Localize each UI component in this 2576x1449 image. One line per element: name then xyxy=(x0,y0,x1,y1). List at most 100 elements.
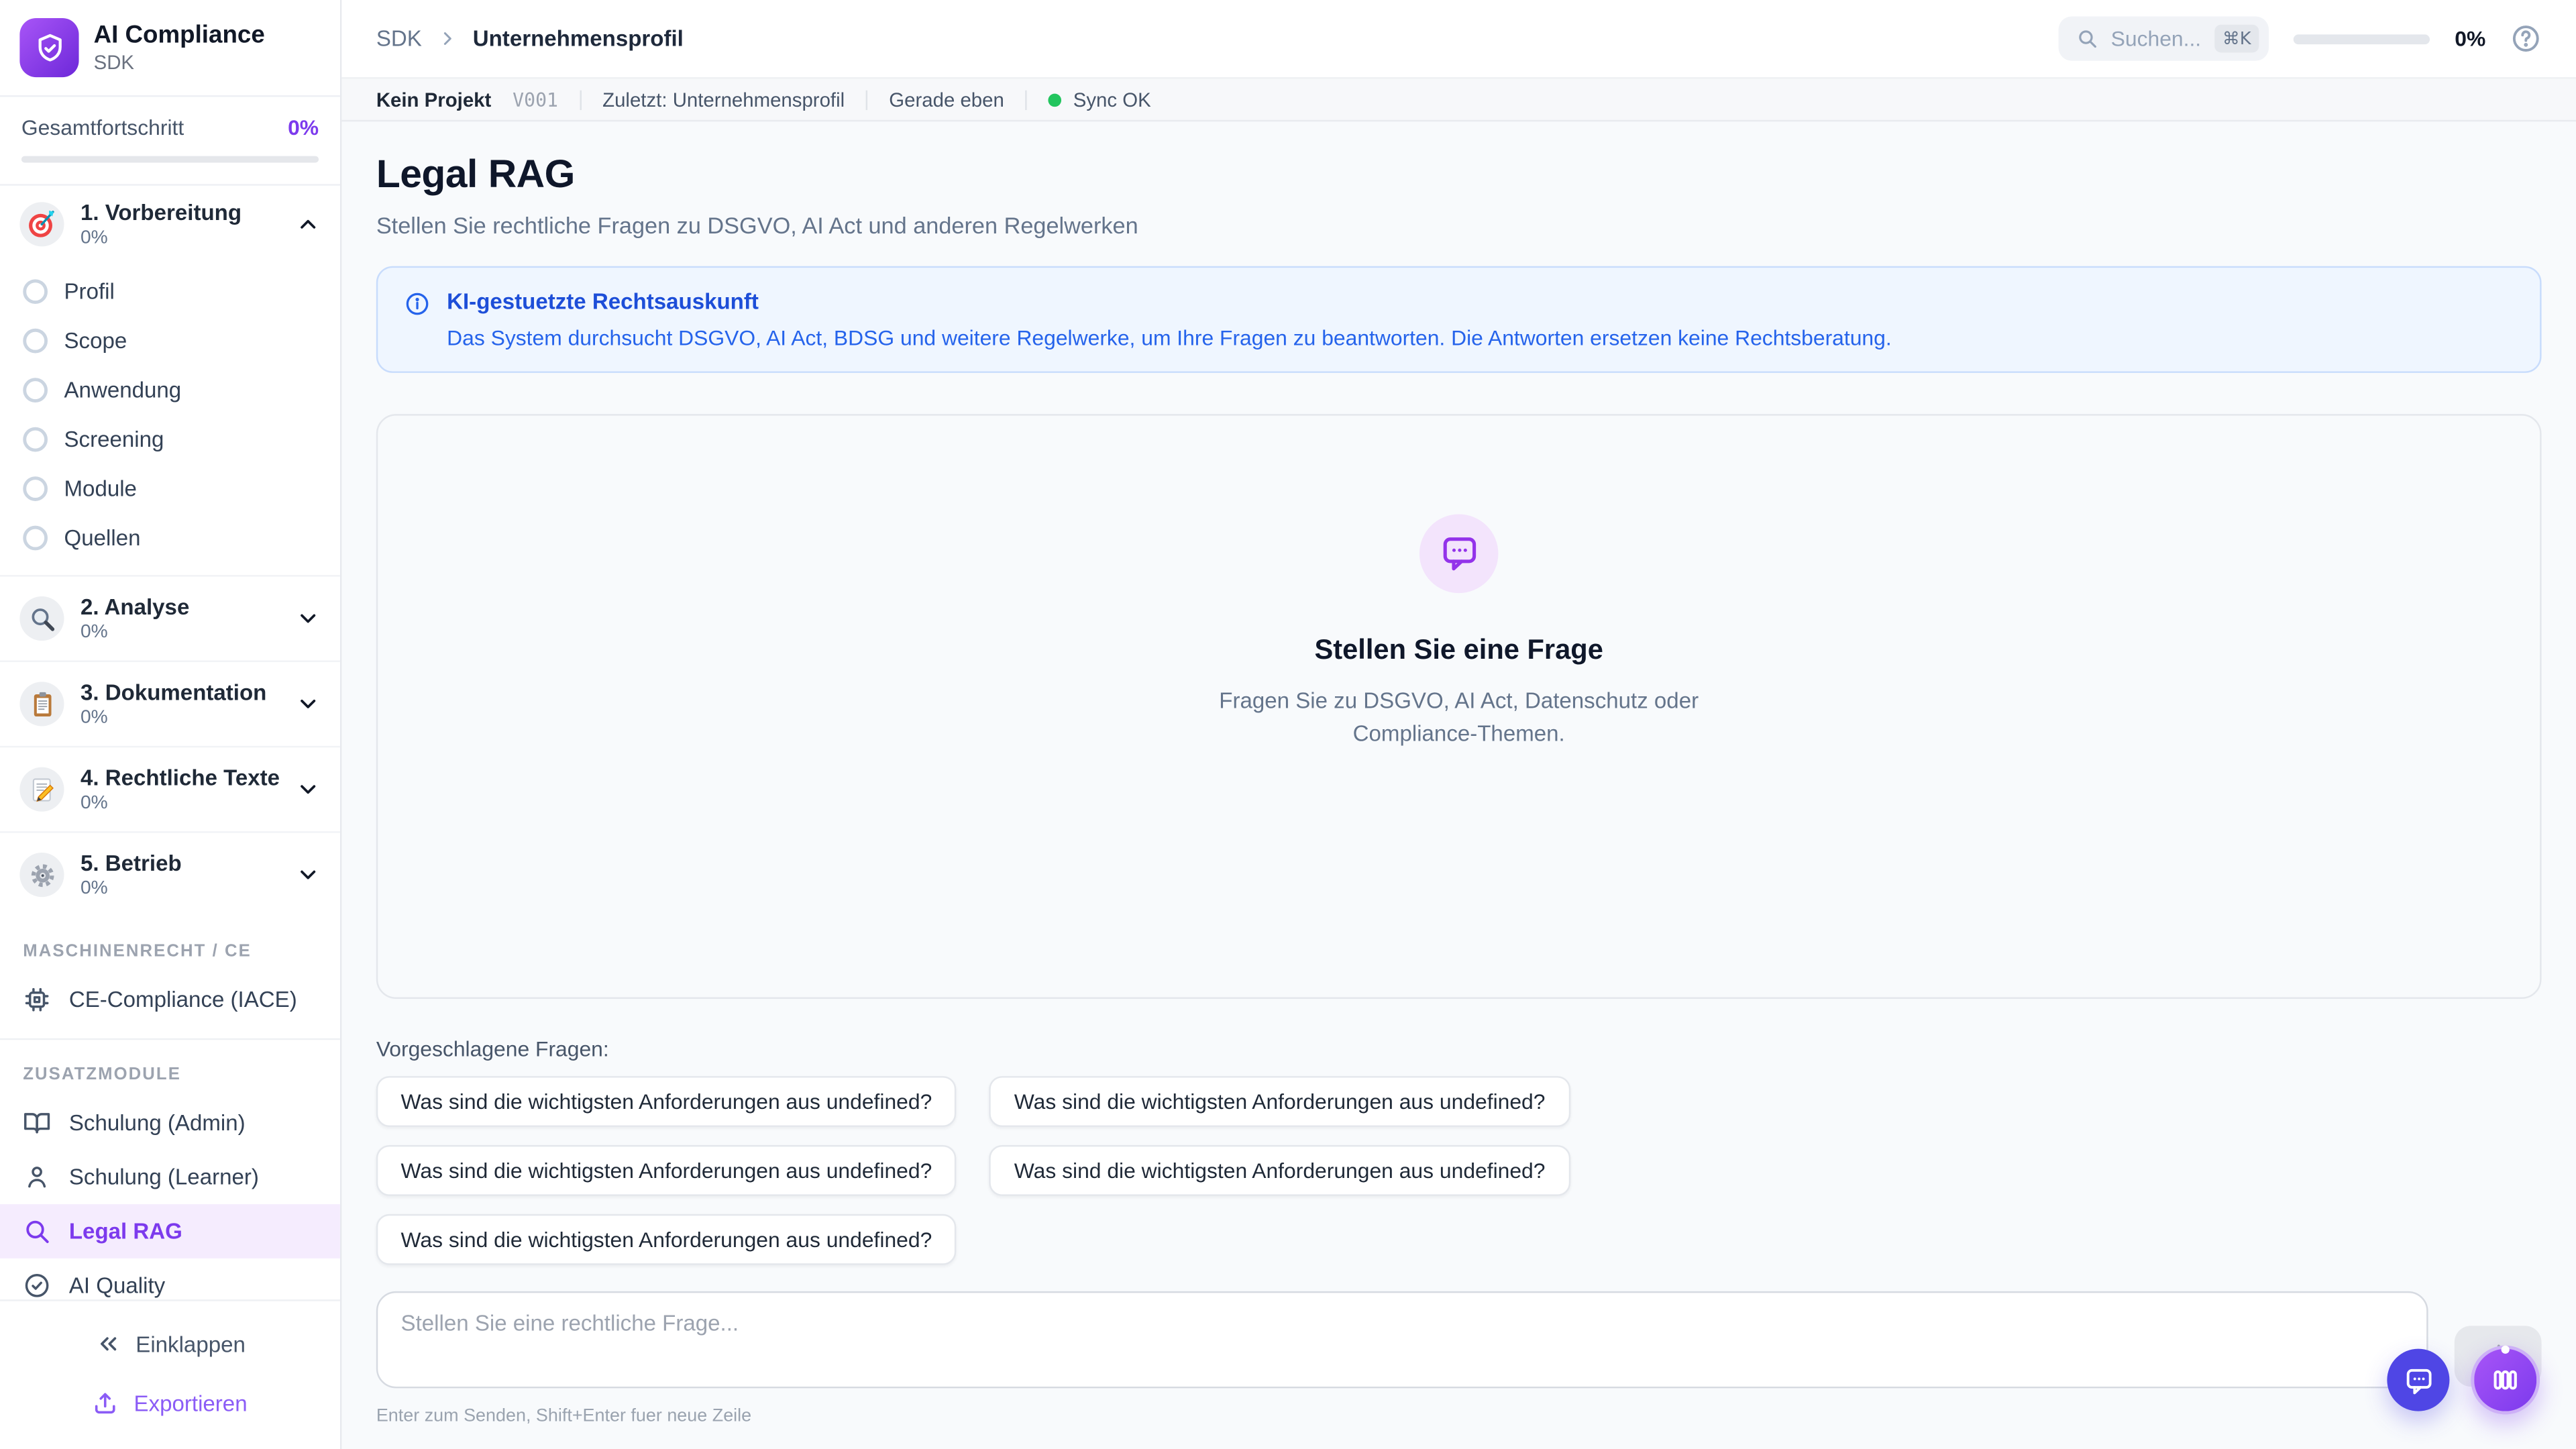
cpu-icon xyxy=(23,985,51,1014)
step-label: Anwendung xyxy=(64,377,182,402)
section-percent: 0% xyxy=(80,228,279,248)
empty-state-heading: Stellen Sie eine Frage xyxy=(1314,634,1603,667)
upload-icon xyxy=(93,1390,119,1416)
user-icon xyxy=(23,1163,51,1191)
section-percent: 0% xyxy=(80,623,279,642)
section-meta: 3. Dokumentation 0% xyxy=(80,680,279,728)
book-open-icon xyxy=(23,1109,51,1137)
section-steps: Profil Scope Anwendung Screening Module xyxy=(0,263,340,575)
sidebar-footer: Einklappen Exportieren xyxy=(0,1299,340,1449)
step-label: Module xyxy=(64,476,137,500)
section-row: 3. Dokumentation 0% xyxy=(0,660,340,745)
sidebar-item-ai-quality[interactable]: AI Quality xyxy=(0,1258,340,1299)
step-label: Scope xyxy=(64,328,127,353)
step-label: Screening xyxy=(64,427,164,451)
divider xyxy=(866,89,867,109)
chevron-down-icon xyxy=(296,863,321,888)
sidebar-item-scope[interactable]: Scope xyxy=(0,315,340,364)
section-header-dokumentation[interactable]: 3. Dokumentation 0% xyxy=(0,662,340,746)
topbar-right: Suchen... ⌘K 0% xyxy=(2058,16,2541,60)
clipboard-emoji-icon xyxy=(19,682,64,726)
sidebar-nav: 1. Vorbereitung 0% Profil Scope xyxy=(0,186,340,1299)
sidebar-item-profil[interactable]: Profil xyxy=(0,266,340,315)
divider xyxy=(580,89,581,109)
main-area: SDK Unternehmensprofil Suchen... ⌘K 0% xyxy=(341,0,2576,1449)
suggestion-chip[interactable]: Was sind die wichtigsten Anforderungen a… xyxy=(989,1145,1570,1196)
sidebar: AI Compliance SDK Gesamtfortschritt 0% 1… xyxy=(0,0,341,1449)
search-icon xyxy=(2076,28,2098,50)
check-circle-icon xyxy=(23,1272,51,1300)
keyboard-shortcut-badge: ⌘K xyxy=(2214,25,2259,53)
sidebar-item-legal-rag[interactable]: Legal RAG xyxy=(0,1204,340,1258)
group-header-zusatzmodule: ZUSATZMODULE xyxy=(0,1040,340,1095)
group-header-maschinenrecht: MASCHINENRECHT / CE xyxy=(0,917,340,973)
topbar: SDK Unternehmensprofil Suchen... ⌘K 0% xyxy=(341,0,2576,77)
updated-time: Gerade eben xyxy=(889,88,1004,111)
sidebar-item-quellen[interactable]: Quellen xyxy=(0,513,340,561)
section-label: 4. Rechtliche Texte xyxy=(80,765,279,790)
section-row: 5. Betrieb 0% xyxy=(0,831,340,916)
collapse-label: Einklappen xyxy=(136,1332,246,1356)
export-button[interactable]: Exportieren xyxy=(0,1373,340,1432)
sync-status: Sync OK xyxy=(1049,88,1151,111)
shield-check-icon xyxy=(32,30,66,64)
section-header-betrieb[interactable]: 5. Betrieb 0% xyxy=(0,833,340,917)
header-progress-bar xyxy=(2294,34,2430,44)
chevron-down-icon xyxy=(296,606,321,631)
last-saved-value: Unternehmensprofil xyxy=(673,88,845,111)
section-row: 2. Analyse 0% xyxy=(0,575,340,660)
suggestion-chip[interactable]: Was sind die wichtigsten Anforderungen a… xyxy=(376,1214,957,1265)
section-header-vorbereitung[interactable]: 1. Vorbereitung 0% xyxy=(0,186,340,263)
chat-bubble-badge xyxy=(1419,514,1499,593)
nav-item-label: Legal RAG xyxy=(69,1219,182,1244)
memo-emoji-icon xyxy=(19,767,64,812)
step-label: Profil xyxy=(64,278,115,303)
section-row: 4. Rechtliche Texte 0% xyxy=(0,746,340,831)
suggestion-chip[interactable]: Was sind die wichtigsten Anforderungen a… xyxy=(376,1145,957,1196)
step-radio xyxy=(23,328,48,353)
section-header-analyse[interactable]: 2. Analyse 0% xyxy=(0,577,340,661)
section-meta: 4. Rechtliche Texte 0% xyxy=(80,765,279,813)
help-icon[interactable] xyxy=(2510,23,2542,54)
last-saved-label: Zuletzt: xyxy=(602,88,667,111)
collapse-sidebar-button[interactable]: Einklappen xyxy=(0,1314,340,1373)
section-meta: 2. Analyse 0% xyxy=(80,595,279,643)
columns-fab-button[interactable] xyxy=(2471,1346,2540,1415)
target-emoji-icon xyxy=(19,202,64,246)
section-percent: 0% xyxy=(80,794,279,813)
chevron-up-icon xyxy=(296,212,321,237)
question-input-row xyxy=(376,1291,2542,1388)
sidebar-item-anwendung[interactable]: Anwendung xyxy=(0,365,340,414)
chevron-down-icon xyxy=(296,777,321,802)
step-radio xyxy=(23,476,48,500)
section-label: 3. Dokumentation xyxy=(80,680,279,705)
chat-fab-button[interactable] xyxy=(2387,1349,2449,1411)
section-header-rechtliche-texte[interactable]: 4. Rechtliche Texte 0% xyxy=(0,747,340,831)
sidebar-item-module[interactable]: Module xyxy=(0,464,340,513)
page-subtitle: Stellen Sie rechtliche Fragen zu DSGVO, … xyxy=(376,212,2542,238)
suggestions-label: Vorgeschlagene Fragen: xyxy=(376,1036,2542,1061)
sidebar-item-ce-compliance[interactable]: CE-Compliance (IACE) xyxy=(0,973,340,1027)
section-percent: 0% xyxy=(80,879,279,898)
info-text: KI-gestuetzte Rechtsauskunft Das System … xyxy=(447,289,1892,350)
section-label: 1. Vorbereitung xyxy=(80,201,279,225)
info-body: Das System durchsucht DSGVO, AI Act, BDS… xyxy=(447,325,1892,350)
sync-status-label: Sync OK xyxy=(1073,88,1151,111)
sidebar-item-schulung-admin[interactable]: Schulung (Admin) xyxy=(0,1095,340,1150)
section-percent: 0% xyxy=(80,708,279,728)
suggestion-chip[interactable]: Was sind die wichtigsten Anforderungen a… xyxy=(989,1076,1570,1127)
sidebar-item-schulung-learner[interactable]: Schulung (Learner) xyxy=(0,1150,340,1204)
last-saved: Zuletzt: Unternehmensprofil xyxy=(602,88,845,111)
overall-progress-value: 0% xyxy=(288,115,319,140)
breadcrumb-root[interactable]: SDK xyxy=(376,26,422,51)
app-logo-row: AI Compliance SDK xyxy=(0,0,340,97)
app-logo xyxy=(19,18,78,77)
section-meta: 1. Vorbereitung 0% xyxy=(80,201,279,248)
project-name: Kein Projekt xyxy=(376,88,492,111)
question-input[interactable] xyxy=(376,1291,2428,1388)
step-radio xyxy=(23,278,48,303)
global-search[interactable]: Suchen... ⌘K xyxy=(2058,16,2269,60)
suggestion-chip[interactable]: Was sind die wichtigsten Anforderungen a… xyxy=(376,1076,957,1127)
chevron-right-icon xyxy=(437,28,458,50)
sidebar-item-screening[interactable]: Screening xyxy=(0,414,340,463)
